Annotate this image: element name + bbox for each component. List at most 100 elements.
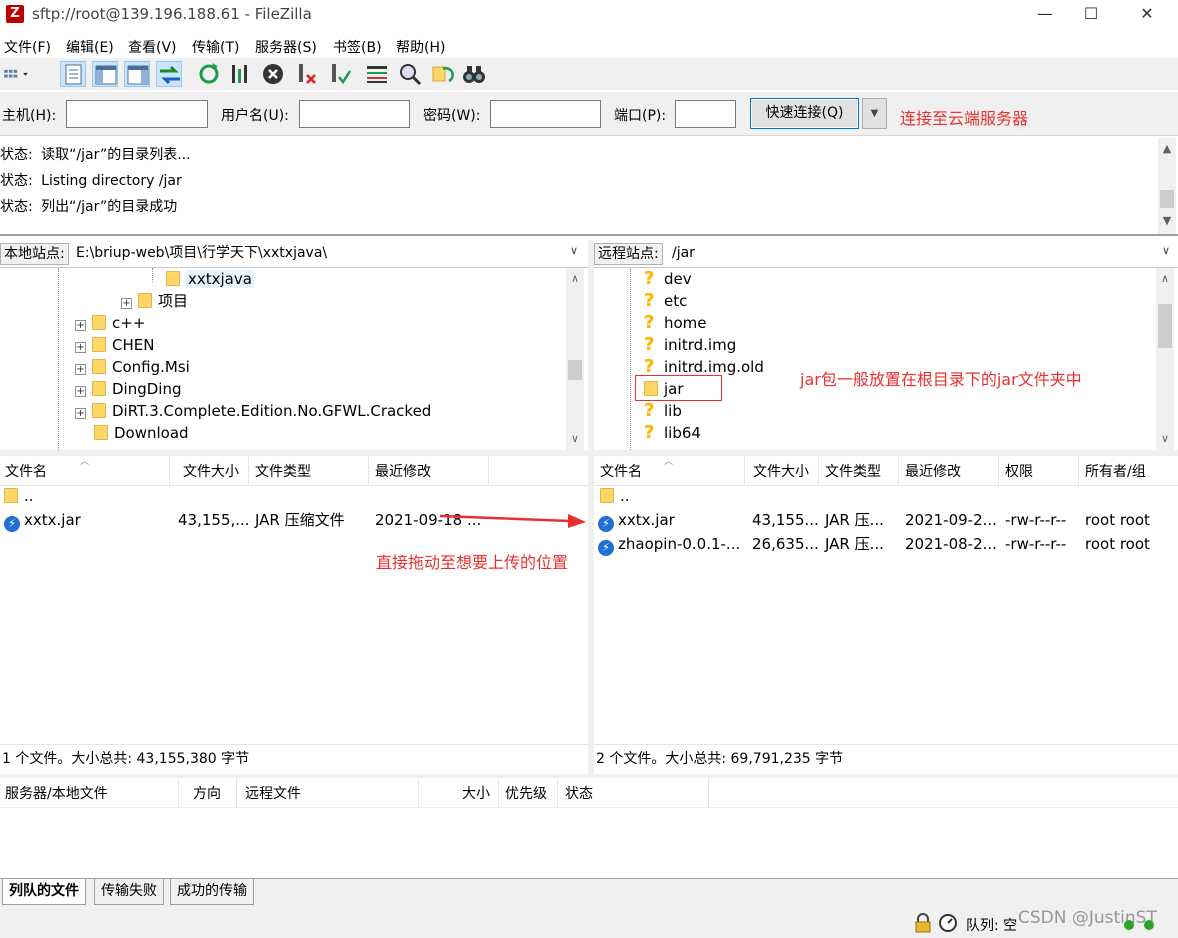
sync-browsing-button[interactable] — [429, 61, 455, 87]
quickconnect-button[interactable]: 快速连接(Q) — [750, 98, 859, 129]
expand-icon[interactable]: + — [75, 364, 86, 375]
username-input[interactable] — [299, 100, 410, 128]
expand-icon[interactable]: + — [75, 408, 86, 419]
upload-indicator-icon — [1124, 920, 1134, 930]
expand-icon[interactable]: + — [121, 298, 132, 309]
menu-file[interactable]: 文件(F) — [4, 37, 51, 57]
local-path-input[interactable]: E:\briup-web\项目\行学天下\xxtxjava\ — [76, 243, 327, 265]
column-header[interactable]: 优先级 — [505, 783, 547, 803]
scroll-up-icon[interactable]: ∧ — [1156, 270, 1174, 287]
tree-item[interactable]: + c++ — [75, 312, 145, 334]
tree-item[interactable]: + 项目 — [121, 290, 188, 312]
port-input[interactable] — [675, 100, 736, 128]
tree-item[interactable]: ? home — [644, 312, 707, 334]
column-header[interactable]: 服务器/本地文件 — [5, 783, 108, 803]
local-tree-scrollbar[interactable]: ∧ ∨ — [566, 268, 584, 450]
column-header[interactable]: 大小 — [462, 783, 490, 803]
folder-icon — [92, 315, 106, 330]
toggle-remote-tree-button[interactable] — [124, 61, 150, 87]
remote-path-input[interactable]: /jar — [672, 243, 695, 265]
column-header[interactable]: 权限 — [1005, 461, 1033, 481]
scroll-down-icon[interactable]: ▼ — [1158, 212, 1176, 229]
scroll-up-icon[interactable]: ▲ — [1158, 140, 1176, 157]
local-path-dropdown-icon[interactable]: ∨ — [570, 244, 578, 257]
column-header[interactable]: 文件大小 — [183, 461, 239, 481]
column-header[interactable]: 方向 — [193, 783, 221, 803]
refresh-button[interactable] — [196, 61, 222, 87]
close-button[interactable]: ✕ — [1124, 0, 1170, 30]
process-queue-button[interactable] — [228, 61, 254, 87]
tree-item[interactable]: ? initrd.img — [644, 334, 736, 356]
column-header[interactable]: 最近修改 — [905, 461, 961, 481]
tree-item[interactable]: ? etc — [644, 290, 687, 312]
menu-server[interactable]: 服务器(S) — [255, 37, 317, 57]
log-scroll-thumb[interactable] — [1160, 190, 1174, 208]
column-header[interactable]: 文件类型 — [255, 461, 311, 481]
tree-item[interactable]: + CHEN — [75, 334, 154, 356]
menu-bookmarks[interactable]: 书签(B) — [333, 37, 382, 57]
tree-item[interactable]: + DingDing — [75, 378, 182, 400]
scroll-down-icon[interactable]: ∨ — [1156, 430, 1174, 447]
magnifier-icon — [400, 64, 422, 86]
remote-tree-scroll-thumb[interactable] — [1158, 304, 1172, 348]
column-header[interactable]: 最近修改 — [375, 461, 431, 481]
toggle-local-tree-button[interactable] — [92, 61, 118, 87]
tree-item[interactable]: ? lib64 — [644, 422, 701, 444]
password-input[interactable] — [490, 100, 601, 128]
reconnect-button[interactable] — [326, 61, 352, 87]
expand-icon[interactable]: + — [75, 386, 86, 397]
column-header[interactable]: 文件名 — [600, 461, 642, 481]
menu-view[interactable]: 查看(V) — [128, 37, 177, 57]
remote-path-dropdown-icon[interactable]: ∨ — [1162, 244, 1170, 257]
expand-icon[interactable]: + — [75, 342, 86, 353]
minimize-button[interactable]: — — [1022, 0, 1068, 30]
expand-icon[interactable]: + — [75, 320, 86, 331]
tree-item[interactable]: + Config.Msi — [75, 356, 190, 378]
column-header[interactable]: 远程文件 — [245, 783, 301, 803]
tree-item[interactable]: + DiRT.3.Complete.Edition.No.GFWL.Cracked — [75, 400, 431, 422]
search-remote-files-button[interactable] — [461, 61, 487, 87]
toggle-queue-button[interactable] — [156, 61, 182, 87]
menu-edit[interactable]: 编辑(E) — [66, 37, 114, 57]
cancel-operation-button[interactable] — [260, 61, 286, 87]
menu-transfer[interactable]: 传输(T) — [192, 37, 239, 57]
quickconnect-dropdown-button[interactable]: ▼ — [862, 98, 887, 129]
tree-item[interactable]: ? lib — [644, 400, 682, 422]
maximize-button[interactable]: ☐ — [1068, 0, 1114, 30]
list-item[interactable]: ⚡ xxtx.jar 43,155... JAR 压... 2021-09-2..… — [598, 508, 1174, 532]
site-manager-button[interactable] — [3, 61, 47, 87]
scroll-up-icon[interactable]: ∧ — [566, 270, 584, 287]
scroll-down-icon[interactable]: ∨ — [566, 430, 584, 447]
folder-icon — [600, 488, 614, 503]
local-tree-scroll-thumb[interactable] — [568, 360, 582, 380]
compare-directories-button[interactable] — [397, 61, 423, 87]
menu-help[interactable]: 帮助(H) — [396, 37, 445, 57]
speed-limit-icon[interactable] — [938, 913, 958, 933]
column-header[interactable]: 文件类型 — [825, 461, 881, 481]
list-item[interactable]: ⚡ zhaopin-0.0.1-... 26,635... JAR 压... 20… — [598, 532, 1174, 556]
sort-asc-icon: ︿ — [80, 457, 90, 467]
toggle-log-button[interactable] — [60, 61, 86, 87]
column-header[interactable]: 所有者/组 — [1085, 461, 1146, 481]
list-item[interactable]: .. — [600, 484, 630, 508]
remote-tree-scrollbar[interactable]: ∧ ∨ — [1156, 268, 1174, 450]
column-header[interactable]: 状态 — [565, 783, 593, 803]
quickconnect-bar: 主机(H): 用户名(U): 密码(W): 端口(P): 快速连接(Q) ▼ 连… — [0, 92, 1178, 136]
tab-queued-files[interactable]: 列队的文件 — [2, 879, 86, 905]
tree-item[interactable]: Download — [94, 422, 189, 444]
disconnect-button[interactable] — [293, 61, 319, 87]
folder-icon — [94, 425, 108, 440]
log-scrollbar[interactable]: ▲ ▼ — [1158, 138, 1176, 234]
folder-icon — [92, 381, 106, 396]
directory-listing-filters-button[interactable] — [364, 61, 390, 87]
download-indicator-icon — [1144, 920, 1154, 930]
tree-item[interactable]: ? dev — [644, 268, 692, 290]
tree-item[interactable]: xxtxjava — [166, 268, 254, 290]
list-item[interactable]: .. — [4, 484, 34, 508]
host-input[interactable] — [66, 100, 208, 128]
annotation-connect: 连接至云端服务器 — [900, 109, 1029, 128]
tab-failed-transfers[interactable]: 传输失败 — [94, 879, 164, 905]
column-header[interactable]: 文件大小 — [753, 461, 809, 481]
tab-successful-transfers[interactable]: 成功的传输 — [170, 879, 254, 905]
column-header[interactable]: 文件名 — [5, 461, 47, 481]
